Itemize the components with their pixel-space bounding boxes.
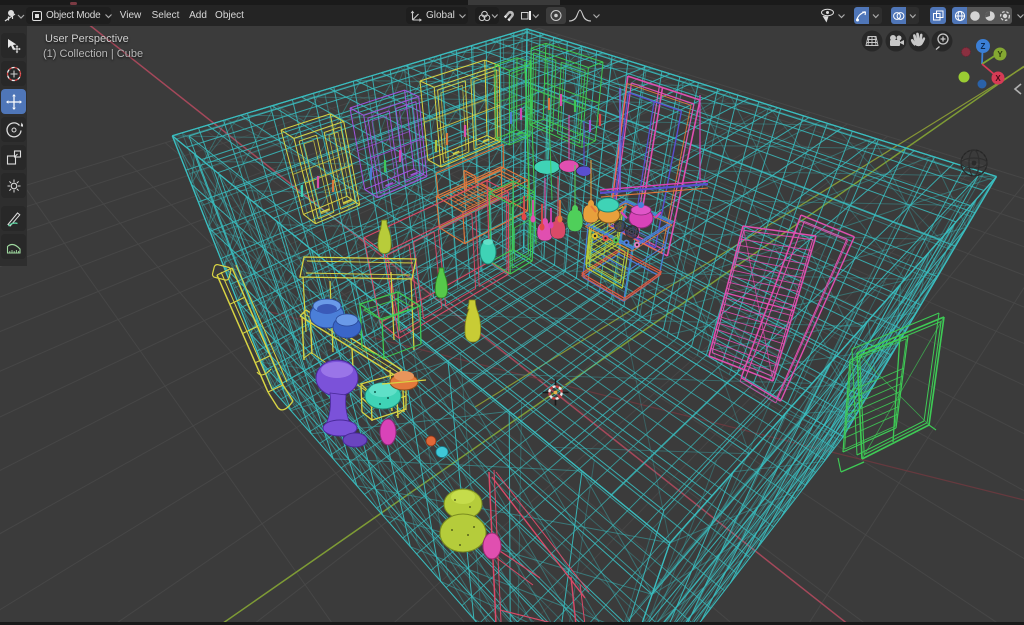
svg-text:X: X — [995, 74, 1001, 83]
svg-text:Z: Z — [981, 42, 986, 51]
svg-text:Y: Y — [997, 50, 1003, 59]
